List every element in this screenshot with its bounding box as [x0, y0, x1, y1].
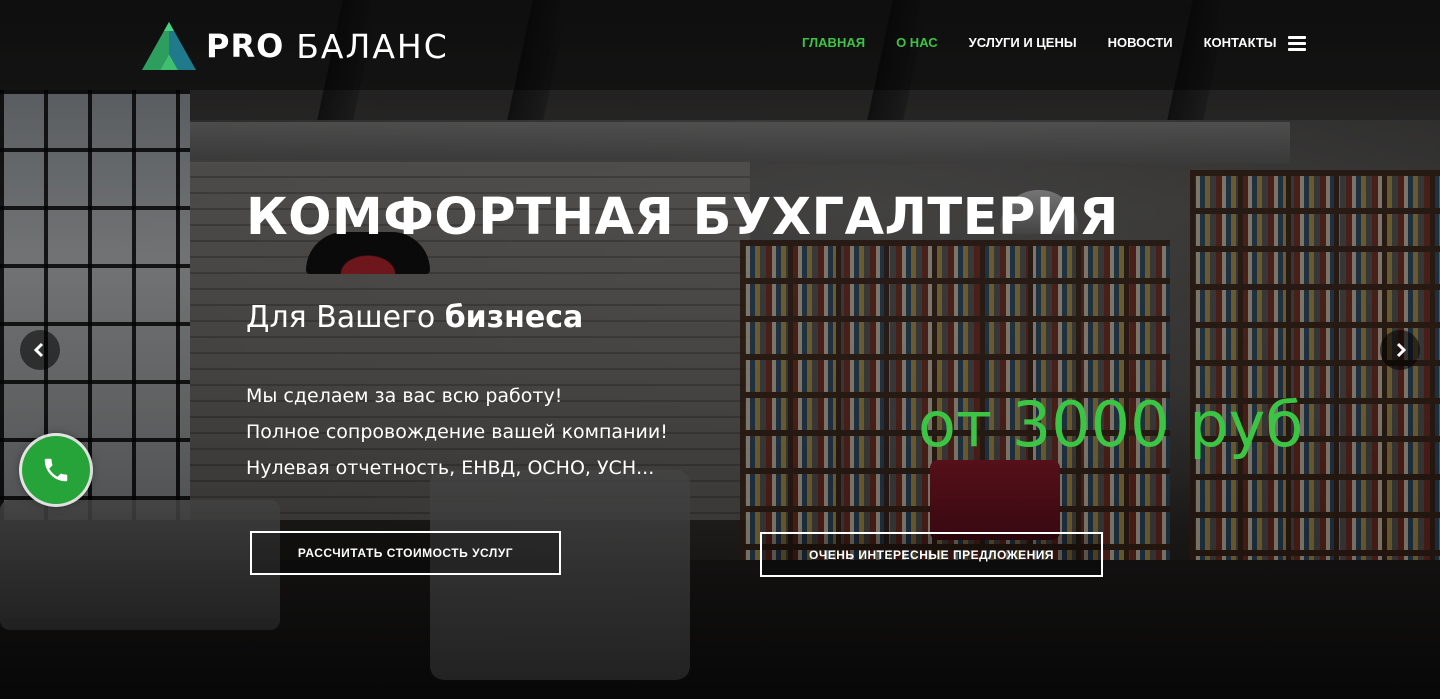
- chevron-right-icon: [1396, 342, 1407, 358]
- chevron-left-icon: [33, 342, 44, 358]
- nav-item-contacts[interactable]: КОНТАКТЫ: [1204, 35, 1277, 50]
- hero-title: КОМФОРТНАЯ БУХГАЛТЕРИЯ: [246, 188, 1119, 247]
- call-button[interactable]: [22, 436, 90, 504]
- phone-icon: [44, 458, 68, 482]
- price-tag: от 3000 руб: [918, 388, 1304, 461]
- logo-name-text: БАЛАНС: [296, 26, 449, 66]
- main-nav: ГЛАВНАЯ О НАС УСЛУГИ И ЦЕНЫ НОВОСТИ КОНТ…: [802, 35, 1308, 50]
- hero-background: [0, 0, 1440, 699]
- logo-pro-text: PRO: [206, 27, 285, 65]
- hero-line: Полное сопровождение вашей компании!: [246, 421, 668, 443]
- hero-subtitle-regular: Для Вашего: [246, 300, 445, 335]
- calculate-cost-button[interactable]: РАССЧИТАТЬ СТОИМОСТЬ УСЛУГ: [250, 531, 561, 575]
- dark-overlay: [0, 0, 1440, 699]
- hamburger-line: [1288, 48, 1306, 51]
- hero-subtitle: Для Вашего бизнеса: [246, 300, 583, 335]
- slider-prev-button[interactable]: [20, 330, 60, 370]
- hamburger-line: [1288, 36, 1306, 39]
- hero-subtitle-bold: бизнеса: [444, 300, 584, 335]
- hero-line: Мы сделаем за вас всю работу!: [246, 385, 563, 407]
- nav-item-news[interactable]: НОВОСТИ: [1108, 35, 1173, 50]
- page: PRO БАЛАНС ГЛАВНАЯ О НАС УСЛУГИ И ЦЕНЫ Н…: [0, 0, 1440, 699]
- special-offers-button[interactable]: ОЧЕНЬ ИНТЕРЕСНЫЕ ПРЕДЛОЖЕНИЯ: [760, 532, 1103, 577]
- site-header: PRO БАЛАНС ГЛАВНАЯ О НАС УСЛУГИ И ЦЕНЫ Н…: [0, 0, 1440, 90]
- nav-item-home[interactable]: ГЛАВНАЯ: [802, 35, 865, 50]
- hamburger-icon[interactable]: [1288, 36, 1306, 51]
- logo[interactable]: PRO БАЛАНС: [140, 20, 449, 72]
- hero-description: Мы сделаем за вас всю работу! Полное соп…: [246, 378, 668, 486]
- hamburger-line: [1288, 42, 1306, 45]
- slider-next-button[interactable]: [1380, 330, 1420, 370]
- hero-line: Нулевая отчетность, ЕНВД, ОСНО, УСН...: [246, 457, 655, 479]
- nav-item-services[interactable]: УСЛУГИ И ЦЕНЫ: [969, 35, 1077, 50]
- nav-item-about[interactable]: О НАС: [896, 35, 938, 50]
- logo-mark-icon: [142, 22, 196, 70]
